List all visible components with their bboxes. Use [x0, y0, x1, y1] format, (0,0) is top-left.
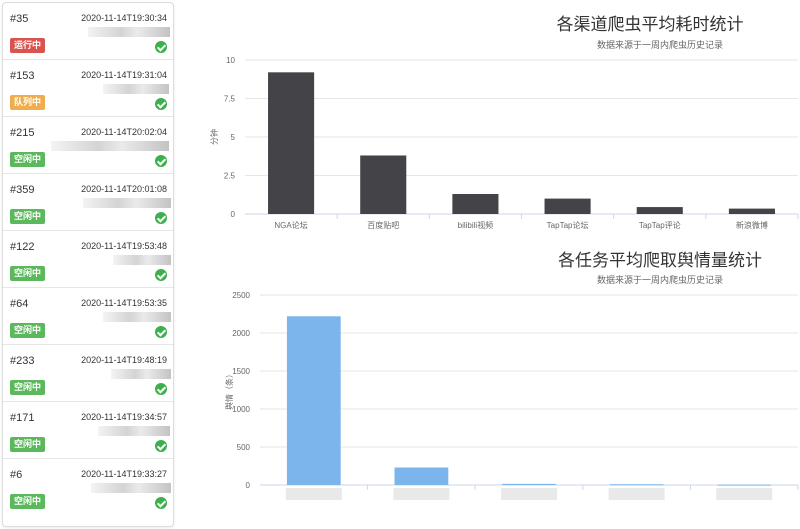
task-time: 2020-11-14T19:53:48 — [81, 241, 167, 251]
chart1-bar-chart: 0 2.5 5 7.5 10 分钟 NGA论坛 百度贴吧 bilibili视频 TapTap论坛 T… — [209, 56, 799, 230]
redacted-text — [103, 312, 171, 322]
task-list-panel: #35 2020-11-14T19:30:34 运行中 #153 2020-11-14T… — [2, 2, 174, 527]
y-tick-label: 2.5 — [224, 172, 236, 181]
status-badge: 空闲中 — [10, 323, 46, 338]
redacted-label — [393, 488, 450, 500]
chart2-title: 各任务平均爬取舆情量统计 — [558, 251, 762, 270]
y-axis-label: 分钟 — [209, 129, 219, 145]
task-time: 2020-11-14T20:02:04 — [81, 127, 167, 137]
check-circle-icon — [155, 212, 167, 224]
check-circle-icon — [155, 155, 167, 167]
task-id: #359 — [10, 184, 35, 196]
task-id: #122 — [10, 241, 35, 253]
check-circle-icon — [155, 269, 167, 281]
redacted-text — [83, 198, 171, 208]
task-row[interactable]: #64 2020-11-14T19:53:35 空闲中 — [3, 288, 173, 345]
bar — [544, 198, 591, 214]
bar — [636, 207, 683, 214]
bar — [286, 316, 341, 485]
task-time: 2020-11-14T19:33:27 — [81, 469, 167, 479]
y-tick-label: 1000 — [232, 405, 250, 414]
y-tick-label: 0 — [246, 481, 251, 490]
x-tick-label: TapTap论坛 — [547, 220, 589, 230]
task-row[interactable]: #153 2020-11-14T19:31:04 队列中 — [3, 60, 173, 117]
bar — [609, 484, 664, 486]
y-tick-label: 0 — [231, 210, 236, 219]
task-time: 2020-11-14T19:48:19 — [81, 355, 167, 365]
task-row[interactable]: #359 2020-11-14T20:01:08 空闲中 — [3, 174, 173, 231]
redacted-text — [98, 426, 170, 436]
task-id: #233 — [10, 355, 35, 367]
task-time: 2020-11-14T19:30:34 — [81, 13, 167, 23]
task-row[interactable]: #122 2020-11-14T19:53:48 空闲中 — [3, 231, 173, 288]
bar — [394, 467, 449, 485]
x-tick-label: TapTap评论 — [639, 220, 681, 230]
status-badge: 空闲中 — [10, 152, 46, 167]
status-badge: 空闲中 — [10, 494, 46, 509]
task-row[interactable]: #35 2020-11-14T19:30:34 运行中 — [3, 3, 173, 60]
x-tick-label: 新浪微博 — [736, 220, 768, 230]
check-circle-icon — [155, 41, 167, 53]
redacted-label — [608, 488, 665, 500]
redacted-label — [501, 488, 557, 500]
task-id: #171 — [10, 412, 35, 424]
bar — [728, 208, 775, 214]
check-circle-icon — [155, 383, 167, 395]
task-id: #6 — [10, 469, 23, 481]
y-axis-label: 舆情（条） — [224, 370, 234, 410]
check-circle-icon — [155, 497, 167, 509]
bar — [268, 72, 315, 214]
status-badge: 空闲中 — [10, 380, 46, 395]
bar — [502, 483, 556, 485]
chart2-bar-chart: 0 500 1000 1500 2000 2500 舆情（条） — [224, 291, 799, 500]
redacted-label — [716, 488, 773, 500]
y-tick-label: 10 — [226, 56, 235, 65]
bar — [452, 193, 499, 214]
status-badge: 空闲中 — [10, 209, 46, 224]
redacted-text — [51, 141, 169, 151]
status-badge: 运行中 — [10, 38, 46, 53]
task-time: 2020-11-14T19:53:35 — [81, 298, 167, 308]
x-tick-label: 百度贴吧 — [367, 220, 399, 230]
bar — [360, 155, 407, 214]
task-row[interactable]: #233 2020-11-14T19:48:19 空闲中 — [3, 345, 173, 402]
x-tick-label: bilibili视频 — [458, 220, 494, 230]
task-time: 2020-11-14T19:31:04 — [81, 70, 167, 80]
y-tick-label: 7.5 — [224, 95, 236, 104]
check-circle-icon — [155, 440, 167, 452]
check-circle-icon — [155, 326, 167, 338]
redacted-text — [88, 27, 170, 37]
task-row[interactable]: #6 2020-11-14T19:33:27 空闲中 — [3, 459, 173, 516]
y-tick-label: 1500 — [232, 367, 250, 376]
redacted-label — [285, 488, 342, 500]
task-id: #35 — [10, 13, 29, 25]
redacted-text — [113, 255, 171, 265]
chart1-subtitle: 数据来源于一周内爬虫历史记录 — [596, 40, 723, 50]
chart2-subtitle: 数据来源于一周内爬虫历史记录 — [596, 275, 723, 285]
task-row[interactable]: #171 2020-11-14T19:34:57 空闲中 — [3, 402, 173, 459]
redacted-text — [111, 369, 171, 379]
y-tick-label: 2000 — [232, 329, 250, 338]
task-time: 2020-11-14T20:01:08 — [81, 184, 167, 194]
redacted-text — [91, 483, 171, 493]
redacted-text — [103, 84, 169, 94]
task-id: #64 — [10, 298, 29, 310]
x-tick-label: NGA论坛 — [274, 220, 307, 230]
chart1-title: 各渠道爬虫平均耗时统计 — [556, 15, 744, 34]
status-badge: 队列中 — [10, 95, 46, 110]
status-badge: 空闲中 — [10, 266, 46, 281]
check-circle-icon — [155, 98, 167, 110]
bar — [717, 484, 772, 486]
task-time: 2020-11-14T19:34:57 — [81, 412, 167, 422]
status-badge: 空闲中 — [10, 437, 46, 452]
y-tick-label: 2500 — [232, 291, 250, 300]
task-row[interactable]: #215 2020-11-14T20:02:04 空闲中 — [3, 117, 173, 174]
y-tick-label: 500 — [237, 443, 251, 452]
task-id: #153 — [10, 70, 35, 82]
y-tick-label: 5 — [231, 133, 236, 142]
task-id: #215 — [10, 127, 35, 139]
